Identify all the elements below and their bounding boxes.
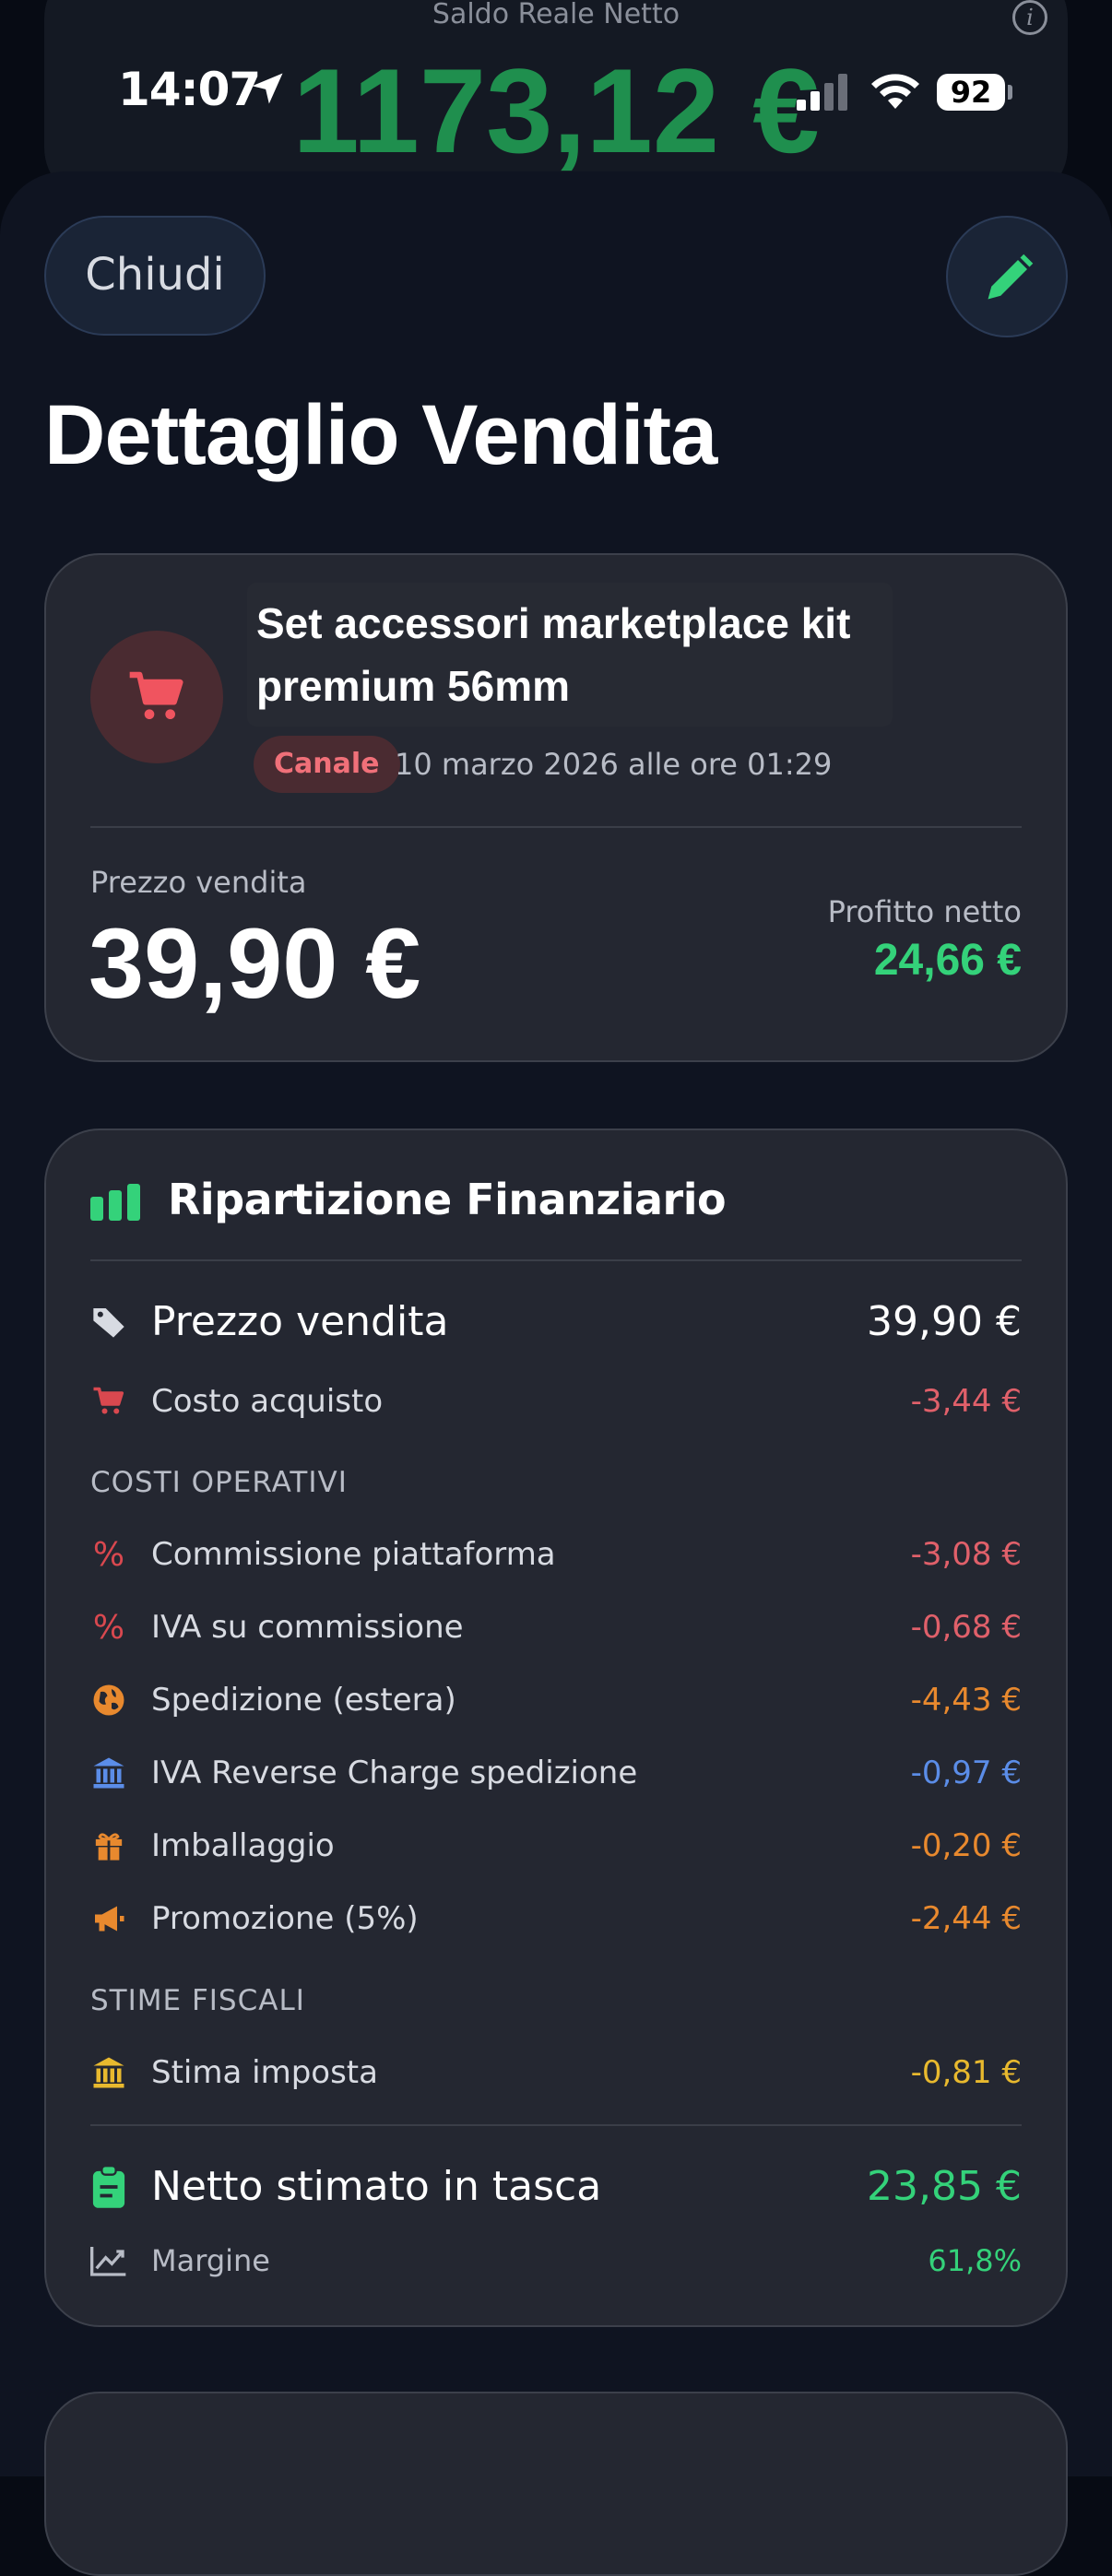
promotion-value: -2,44 € (910, 1900, 1022, 1937)
purchase-cost-row: Costo acquisto -3,44 € (90, 1374, 1022, 1429)
gift-icon (90, 1818, 127, 1873)
packaging-label: Imballaggio (151, 1827, 335, 1864)
shipping-label: Spedizione (estera) (151, 1682, 456, 1719)
packaging-row: Imballaggio -0,20 € (90, 1818, 1022, 1873)
shipping-value: -4,43 € (910, 1682, 1022, 1719)
platform-fee-value: -3,08 € (910, 1536, 1022, 1573)
divider (90, 2124, 1022, 2126)
trend-chart-icon (90, 2233, 127, 2288)
sale-price-label: Prezzo vendita (151, 1298, 449, 1345)
financial-breakdown-card: Ripartizione Finanziario Prezzo vendita … (44, 1128, 1068, 2327)
divider (90, 826, 1022, 828)
tax-estimate-value: -0,81 € (910, 2054, 1022, 2091)
edit-button[interactable] (946, 216, 1068, 337)
margin-value: 61,8% (928, 2243, 1022, 2278)
net-label: Netto stimato in tasca (151, 2163, 602, 2210)
profit-value: 24,66 € (873, 936, 1022, 985)
operating-costs-header: COSTI OPERATIVI (90, 1466, 348, 1499)
page-title: Dettaglio Vendita (44, 388, 717, 482)
price-value: 39,90 € (89, 907, 421, 1019)
reverse-charge-row: IVA Reverse Charge spedizione -0,97 € (90, 1745, 1022, 1801)
battery-level: 92 (937, 74, 1005, 111)
close-button[interactable]: Chiudi (44, 216, 266, 336)
bank-icon (90, 1745, 127, 1801)
packaging-value: -0,20 € (910, 1827, 1022, 1864)
status-time: 14:07 (118, 63, 261, 116)
next-card (44, 2392, 1068, 2576)
divider (90, 1259, 1022, 1261)
battery-tip (1008, 85, 1012, 100)
tax-estimates-header: STIME FISCALI (90, 1984, 305, 2017)
sale-summary-card: Set accessori marketplace kit premium 56… (44, 553, 1068, 1062)
bar-chart-icon (90, 1184, 140, 1221)
purchase-cost-label: Costo acquisto (151, 1383, 384, 1420)
info-icon[interactable]: i (1012, 0, 1047, 35)
net-value: 23,85 € (867, 2163, 1022, 2210)
sale-price-row: Prezzo vendita 39,90 € (90, 1294, 1022, 1350)
profit-label: Profitto netto (827, 894, 1022, 929)
percent-icon: % (92, 1535, 125, 1574)
price-label: Prezzo vendita (90, 865, 307, 900)
promotion-row: Promozione (5%) -2,44 € (90, 1891, 1022, 1946)
margin-row: Margine 61,8% (90, 2233, 1022, 2288)
reverse-charge-value: -0,97 € (910, 1755, 1022, 1791)
clipboard-icon (90, 2159, 127, 2215)
fee-vat-label: IVA su commissione (151, 1609, 464, 1646)
tax-estimate-label: Stima imposta (151, 2054, 378, 2091)
reverse-charge-label: IVA Reverse Charge spedizione (151, 1755, 638, 1791)
shopping-cart-icon (129, 671, 183, 719)
product-title: Set accessori marketplace kit premium 56… (256, 599, 851, 710)
platform-fee-label: Commissione piattaforma (151, 1536, 556, 1573)
promotion-label: Promozione (5%) (151, 1900, 419, 1937)
sale-price-value: 39,90 € (867, 1298, 1022, 1345)
sale-date: 10 marzo 2026 alle ore 01:29 (395, 747, 833, 782)
breakdown-title: Ripartizione Finanziario (168, 1175, 727, 1224)
purchase-cost-value: -3,44 € (910, 1383, 1022, 1420)
megaphone-icon (90, 1891, 127, 1946)
platform-fee-row: % Commissione piattaforma -3,08 € (90, 1527, 1022, 1582)
balance-title: Saldo Reale Netto (432, 0, 680, 30)
tag-icon (90, 1294, 127, 1350)
margin-label: Margine (151, 2243, 270, 2278)
percent-icon: % (92, 1608, 125, 1647)
fee-vat-value: -0,68 € (910, 1609, 1022, 1646)
cellular-signal-icon (797, 74, 847, 111)
pencil-icon (988, 254, 1034, 300)
fee-vat-row: % IVA su commissione -0,68 € (90, 1600, 1022, 1655)
location-arrow-icon (252, 73, 283, 104)
cart-avatar (90, 631, 223, 763)
bank-icon (90, 2045, 127, 2100)
channel-badge: Canale (254, 736, 400, 793)
globe-icon (90, 1672, 127, 1728)
tax-estimate-row: Stima imposta -0,81 € (90, 2045, 1022, 2100)
shipping-row: Spedizione (estera) -4,43 € (90, 1672, 1022, 1728)
shopping-cart-icon (90, 1374, 127, 1429)
wifi-icon (871, 74, 919, 109)
net-row: Netto stimato in tasca 23,85 € (90, 2159, 1022, 2215)
